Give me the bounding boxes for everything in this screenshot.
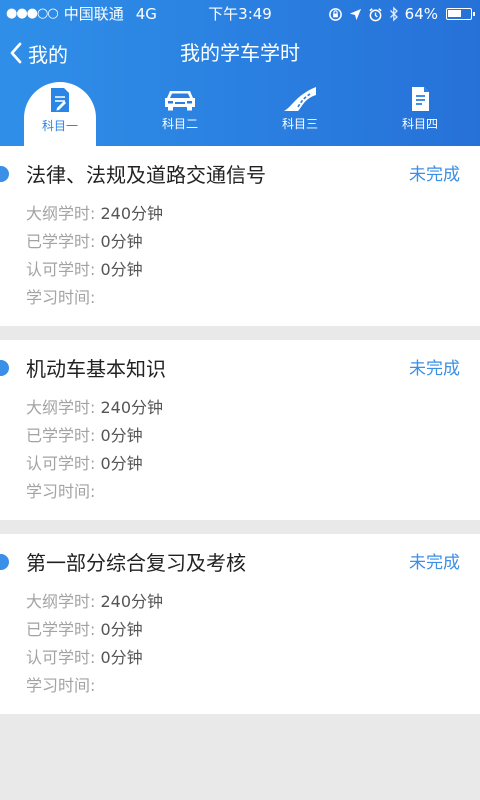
tab-label: 科目四: [401, 117, 438, 131]
field-label: 认可学时:: [26, 260, 96, 279]
battery-percent: 64%: [404, 5, 438, 23]
course-card[interactable]: 法律、法规及道路交通信号 未完成 大纲学时: 240分钟 已学学时: 0分钟 认…: [0, 146, 480, 326]
tab-subject-4[interactable]: 科目四: [384, 82, 456, 144]
field-label: 大纲学时:: [26, 204, 96, 223]
required-hours-value: 240分钟: [100, 204, 164, 223]
tab-label: 科目一: [41, 119, 78, 133]
card-title: 法律、法规及道路交通信号: [26, 163, 266, 187]
studied-hours-value: 0分钟: [100, 620, 143, 639]
tab-label: 科目二: [161, 117, 198, 131]
tab-subject-2[interactable]: 科目二: [144, 82, 216, 144]
studied-hours-row: 已学学时: 0分钟: [26, 230, 143, 254]
status-badge: 未完成: [409, 359, 460, 379]
bullet-dot: [0, 166, 9, 182]
studied-hours-row: 已学学时: 0分钟: [26, 424, 143, 448]
studied-hours-row: 已学学时: 0分钟: [26, 618, 143, 642]
alarm-icon: [369, 7, 382, 21]
document-icon: [412, 87, 429, 111]
nav-bar: 我的 我的学车学时: [0, 30, 480, 76]
tab-subject-3[interactable]: 科目三: [264, 82, 336, 144]
field-label: 认可学时:: [26, 648, 96, 667]
required-hours-row: 大纲学时: 240分钟: [26, 202, 163, 226]
bluetooth-icon: [389, 6, 398, 22]
field-label: 学习时间:: [26, 288, 96, 307]
road-icon: [284, 87, 316, 111]
status-bar: ●●●○○ 中国联通 4G 下午3:49 64%: [0, 0, 480, 28]
study-time-row: 学习时间:: [26, 286, 95, 310]
status-badge: 未完成: [409, 165, 460, 185]
battery-icon: [446, 8, 475, 20]
field-label: 学习时间:: [26, 676, 96, 695]
approved-hours-value: 0分钟: [100, 260, 143, 279]
status-badge: 未完成: [409, 553, 460, 573]
course-card[interactable]: 第一部分综合复习及考核 未完成 大纲学时: 240分钟 已学学时: 0分钟 认可…: [0, 534, 480, 714]
card-title: 第一部分综合复习及考核: [26, 551, 246, 575]
field-label: 已学学时:: [26, 620, 96, 639]
battery-fill: [448, 10, 461, 17]
approved-hours-value: 0分钟: [100, 648, 143, 667]
field-label: 学习时间:: [26, 482, 96, 501]
approved-hours-value: 0分钟: [100, 454, 143, 473]
rotation-lock-icon: [328, 7, 342, 21]
location-arrow-icon: [349, 8, 361, 20]
field-label: 已学学时:: [26, 232, 96, 251]
approved-hours-row: 认可学时: 0分钟: [26, 646, 143, 670]
header: ●●●○○ 中国联通 4G 下午3:49 64% 我的 我的学车学时 科目一 科…: [0, 0, 480, 146]
field-label: 已学学时:: [26, 426, 96, 445]
required-hours-row: 大纲学时: 240分钟: [26, 590, 163, 614]
subject-tabs: 科目一 科目二 科目三 科目四: [0, 80, 480, 146]
car-icon: [165, 91, 195, 111]
approved-hours-row: 认可学时: 0分钟: [26, 258, 143, 282]
approved-hours-row: 认可学时: 0分钟: [26, 452, 143, 476]
course-card[interactable]: 机动车基本知识 未完成 大纲学时: 240分钟 已学学时: 0分钟 认可学时: …: [0, 340, 480, 520]
required-hours-row: 大纲学时: 240分钟: [26, 396, 163, 420]
required-hours-value: 240分钟: [100, 398, 164, 417]
tab-label: 科目三: [281, 117, 318, 131]
bullet-dot: [0, 360, 9, 376]
studied-hours-value: 0分钟: [100, 426, 143, 445]
study-time-row: 学习时间:: [26, 480, 95, 504]
page-title: 我的学车学时: [180, 41, 300, 65]
bullet-dot: [0, 554, 9, 570]
field-label: 大纲学时:: [26, 398, 96, 417]
card-title: 机动车基本知识: [26, 357, 166, 381]
field-label: 大纲学时:: [26, 592, 96, 611]
tab-subject-1[interactable]: 科目一: [24, 82, 96, 146]
study-time-row: 学习时间:: [26, 674, 95, 698]
required-hours-value: 240分钟: [100, 592, 164, 611]
document-pen-icon: [51, 88, 69, 112]
studied-hours-value: 0分钟: [100, 232, 143, 251]
status-time: 下午3:49: [208, 5, 272, 23]
field-label: 认可学时:: [26, 454, 96, 473]
